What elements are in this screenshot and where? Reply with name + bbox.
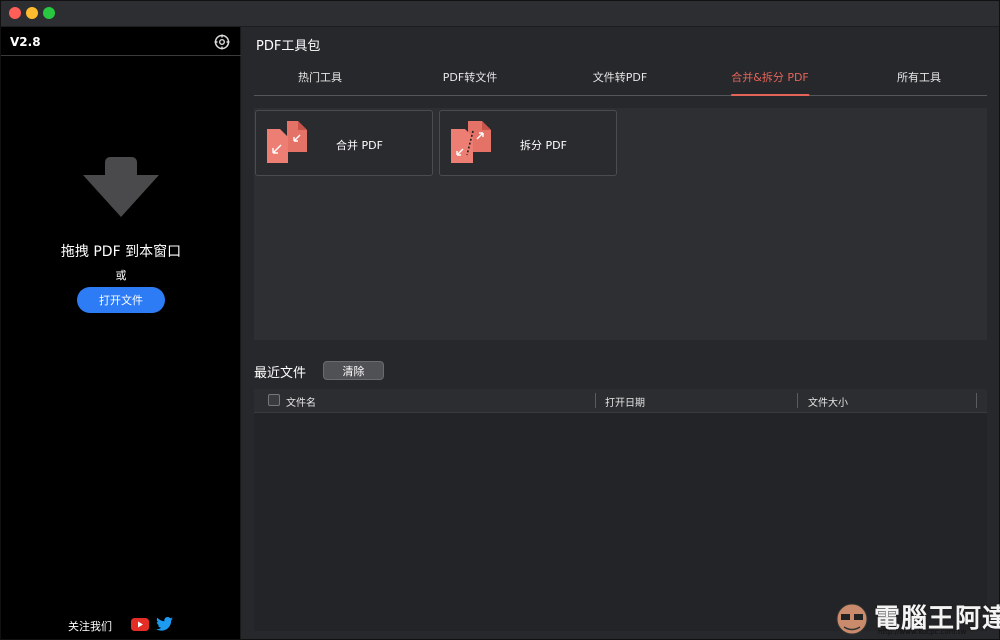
- close-window-button[interactable]: [9, 7, 21, 19]
- gear-icon[interactable]: [213, 33, 231, 51]
- tab-bar: 热门工具 PDF转文件 文件转PDF 合并&拆分 PDF 所有工具: [254, 61, 987, 96]
- tab-file-to-pdf[interactable]: 文件转PDF: [593, 69, 647, 94]
- split-pdf-card[interactable]: 拆分 PDF: [439, 110, 617, 176]
- select-all-checkbox[interactable]: [268, 394, 280, 406]
- tab-merge-split-pdf[interactable]: 合并&拆分 PDF: [731, 69, 809, 96]
- recent-files-title: 最近文件: [254, 366, 307, 381]
- sidebar: V2.8 拖拽 PDF 到本窗口 或 打开文件 关注我们: [1, 27, 241, 639]
- page-title: PDF工具包: [256, 39, 321, 54]
- split-pdf-label: 拆分 PDF: [520, 139, 567, 152]
- open-file-button[interactable]: 打开文件: [77, 287, 165, 313]
- watermark-url: http://www.kocpc.com.tw: [878, 628, 967, 636]
- column-header-filename[interactable]: 文件名: [286, 394, 316, 409]
- follow-us-label: 关注我们: [68, 620, 112, 633]
- tab-popular-tools[interactable]: 热门工具: [298, 69, 342, 94]
- column-header-file-size[interactable]: 文件大小: [808, 394, 848, 409]
- app-window: V2.8 拖拽 PDF 到本窗口 或 打开文件 关注我们 PDF工具包 热门工具…: [0, 0, 1000, 640]
- version-label: V2.8: [10, 35, 41, 49]
- tab-pdf-to-file[interactable]: PDF转文件: [443, 69, 497, 94]
- split-pdf-icon: [451, 121, 491, 163]
- twitter-icon[interactable]: [156, 617, 173, 631]
- merge-pdf-icon: [267, 121, 307, 163]
- column-divider[interactable]: [976, 393, 977, 408]
- table-header: 文件名 打开日期 文件大小: [254, 389, 987, 413]
- column-divider[interactable]: [595, 393, 596, 408]
- sidebar-divider: [1, 55, 241, 56]
- or-text: 或: [115, 269, 127, 282]
- recent-files-table: 文件名 打开日期 文件大小: [254, 389, 987, 631]
- column-header-open-date[interactable]: 打开日期: [605, 394, 645, 409]
- maximize-window-button[interactable]: [43, 7, 55, 19]
- drop-zone-title: 拖拽 PDF 到本窗口: [60, 244, 182, 260]
- youtube-icon[interactable]: [131, 618, 149, 631]
- download-arrow-icon: [83, 157, 159, 217]
- main-panel: PDF工具包 热门工具 PDF转文件 文件转PDF 合并&拆分 PDF 所有工具…: [241, 27, 999, 639]
- tools-panel: 合并 PDF 拆分 PDF: [254, 108, 987, 340]
- title-bar: [1, 1, 999, 27]
- tab-all-tools[interactable]: 所有工具: [897, 69, 941, 94]
- minimize-window-button[interactable]: [26, 7, 38, 19]
- merge-pdf-label: 合并 PDF: [336, 139, 383, 152]
- column-divider[interactable]: [797, 393, 798, 408]
- merge-pdf-card[interactable]: 合并 PDF: [255, 110, 433, 176]
- clear-button[interactable]: 清除: [323, 361, 384, 380]
